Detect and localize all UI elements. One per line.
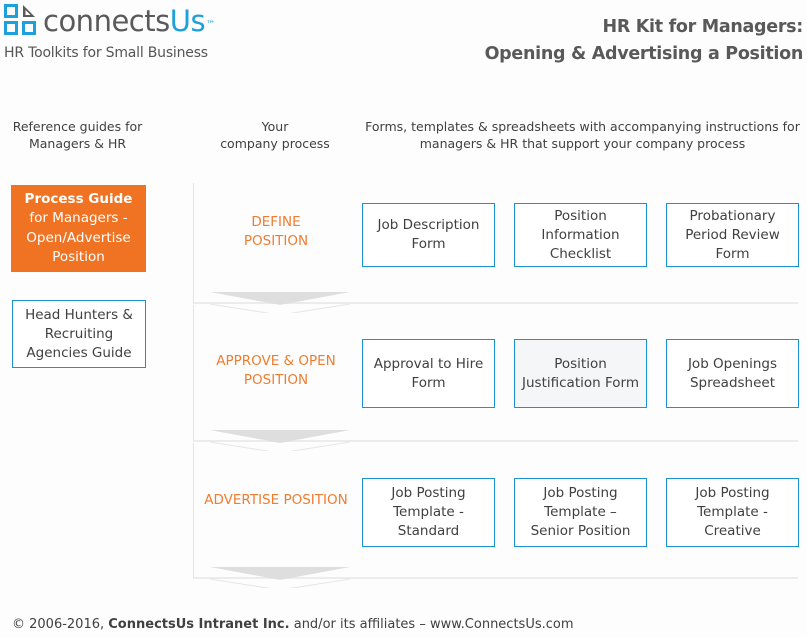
- column-header-reference-line: Managers & HR: [28, 136, 127, 151]
- doc-job-description-form[interactable]: Job Description Form: [362, 203, 495, 267]
- column-header-reference: Reference guides for Managers & HR: [5, 118, 150, 152]
- chevron-down-icon: [210, 292, 350, 313]
- column-header-forms: Forms, templates & spreadsheets with acc…: [360, 118, 805, 152]
- process-guide-button[interactable]: Process Guide for Managers - Open/Advert…: [11, 185, 146, 272]
- head-hunters-guide-line: Agencies Guide: [26, 344, 132, 361]
- doc-line: Position: [554, 207, 607, 224]
- doc-probationary-period-review-form[interactable]: Probationary Period Review Form: [666, 203, 799, 267]
- doc-job-posting-template-senior-position[interactable]: Job Posting Template – Senior Position: [514, 478, 647, 547]
- doc-line: Form: [411, 374, 446, 391]
- column-header-forms-line: managers & HR that support your company …: [419, 136, 746, 151]
- doc-position-justification-form[interactable]: Position Justification Form: [514, 339, 647, 408]
- brand-name-suffix: Us: [169, 4, 206, 38]
- doc-line: Job Posting: [695, 485, 770, 501]
- doc-position-information-checklist[interactable]: Position Information Checklist: [514, 203, 647, 267]
- column-header-reference-line: Reference guides for: [12, 119, 143, 134]
- doc-line: Spreadsheet: [689, 374, 776, 391]
- doc-line: Justification Form: [522, 374, 639, 391]
- brand-logo: connectsUs™: [43, 3, 215, 39]
- step-label-line: DEFINE: [251, 214, 301, 230]
- doc-line: Form: [715, 245, 750, 262]
- doc-line: Template –: [544, 504, 617, 520]
- footer-prefix: © 2006-2016,: [12, 617, 109, 632]
- head-hunters-guide-button[interactable]: Head Hunters & Recruiting Agencies Guide: [12, 300, 146, 368]
- step-label-line: POSITION: [243, 372, 309, 388]
- column-header-process-line: company process: [220, 136, 330, 151]
- footer-company: ConnectsUs Intranet Inc.: [108, 617, 290, 632]
- step-label-line: POSITION: [243, 233, 309, 249]
- process-guide-title: Process Guide: [24, 190, 133, 207]
- doc-approval-to-hire-form[interactable]: Approval to Hire Form: [362, 339, 495, 408]
- brand-name-prefix: connects: [43, 4, 170, 38]
- doc-line: Standard: [397, 523, 460, 539]
- doc-line: Job Posting: [543, 485, 618, 501]
- step-label-approve-open-position: APPROVE & OPEN POSITION: [196, 352, 356, 390]
- page-title: HR Kit for Managers: Opening & Advertisi…: [484, 14, 804, 68]
- doc-line: Template -: [697, 504, 768, 520]
- head-hunters-guide-line: Recruiting: [44, 325, 114, 342]
- doc-job-posting-template-standard[interactable]: Job Posting Template - Standard: [362, 478, 495, 547]
- connectsus-logo-icon: [4, 4, 36, 35]
- process-guide-line: Position: [52, 249, 105, 265]
- title-line-2: Opening & Advertising a Position: [484, 44, 804, 64]
- doc-line: Checklist: [549, 245, 612, 262]
- head-hunters-guide-line: Head Hunters &: [25, 306, 133, 323]
- doc-line: Position: [554, 355, 607, 372]
- doc-line: Form: [411, 236, 446, 252]
- column-header-process-line: Your: [261, 119, 289, 134]
- doc-line: Creative: [704, 523, 761, 539]
- title-line-1: HR Kit for Managers:: [602, 17, 803, 37]
- brand-tagline: HR Toolkits for Small Business: [4, 45, 208, 61]
- doc-line: Senior Position: [530, 523, 631, 539]
- doc-line: Job Description: [377, 217, 480, 233]
- doc-line: Job Openings: [687, 355, 778, 372]
- process-guide-line: Open/Advertise: [26, 229, 131, 246]
- doc-line: Template -: [393, 504, 464, 520]
- doc-line: Job Posting: [391, 485, 466, 501]
- doc-line: Information: [541, 226, 620, 243]
- doc-job-openings-spreadsheet[interactable]: Job Openings Spreadsheet: [666, 339, 799, 408]
- step-label-define-position: DEFINE POSITION: [196, 213, 356, 251]
- copyright-footer: © 2006-2016, ConnectsUs Intranet Inc. an…: [12, 617, 574, 632]
- chevron-down-icon: [210, 567, 350, 588]
- step-label-advertise-position: ADVERTISE POSITION: [196, 491, 356, 510]
- column-header-forms-line: Forms, templates & spreadsheets with acc…: [365, 119, 800, 134]
- doc-line: Approval to Hire: [373, 355, 484, 372]
- trademark-symbol: ™: [206, 20, 215, 30]
- column-header-process: Your company process: [205, 118, 345, 152]
- chevron-down-icon: [210, 430, 350, 451]
- step-label-line: ADVERTISE POSITION: [204, 492, 348, 508]
- footer-suffix: and/or its affiliates – www.ConnectsUs.c…: [289, 617, 574, 632]
- process-guide-line: for Managers -: [29, 210, 128, 226]
- step-label-line: APPROVE & OPEN: [216, 353, 336, 369]
- doc-line: Probationary: [689, 207, 776, 224]
- doc-job-posting-template-creative[interactable]: Job Posting Template - Creative: [666, 478, 799, 547]
- doc-line: Period Review: [685, 226, 780, 243]
